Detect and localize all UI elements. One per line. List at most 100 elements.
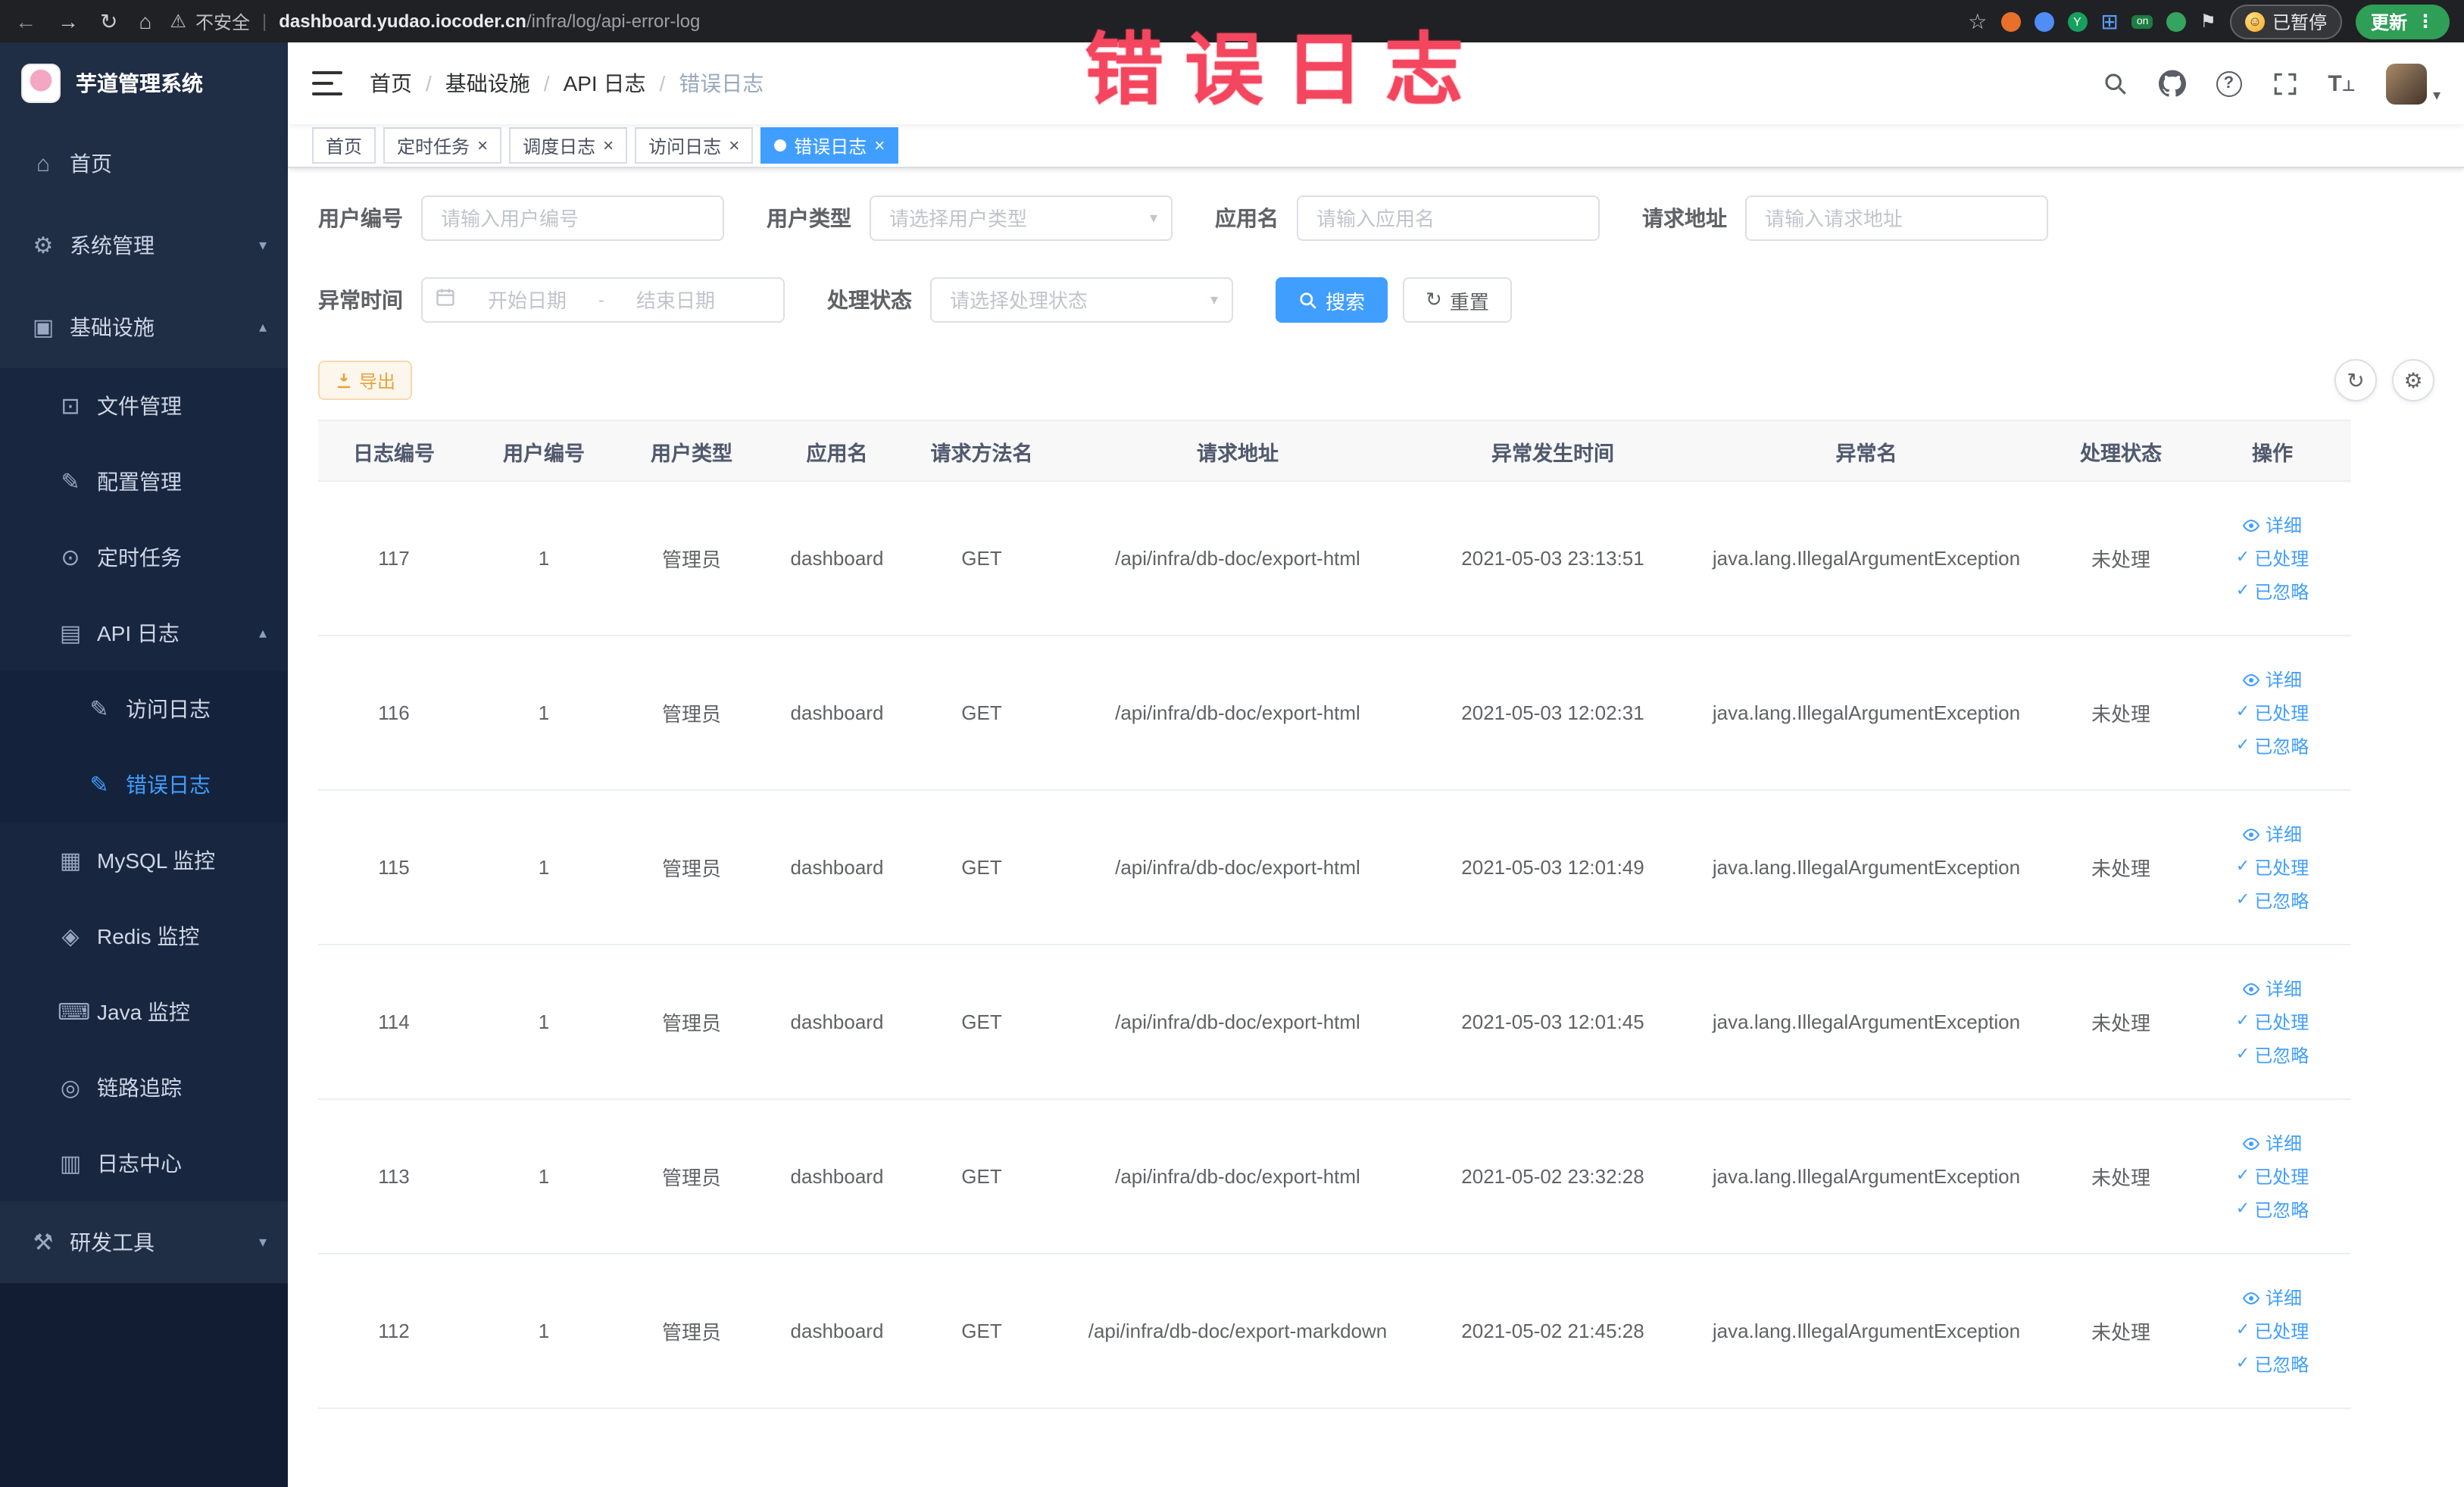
update-button[interactable]: 更新 ⋮ [2355, 4, 2450, 39]
detail-link[interactable]: 详细 [2243, 667, 2302, 692]
close-icon[interactable]: × [477, 136, 488, 155]
close-icon[interactable]: × [874, 136, 885, 155]
export-button[interactable]: 导出 [318, 361, 413, 400]
mark-ignored-link[interactable]: ✓ 已忽略 [2236, 1197, 2309, 1223]
security-label[interactable]: 不安全 [195, 8, 250, 34]
tab-home[interactable]: 首页 [312, 127, 376, 164]
fullscreen-icon[interactable] [2272, 70, 2297, 96]
app-name-input[interactable] [1297, 195, 1600, 241]
sidebar-item-config-management[interactable]: ✎ 配置管理 [0, 444, 288, 520]
sidebar-item-file-management[interactable]: ⊡ 文件管理 [0, 368, 288, 444]
detail-link[interactable]: 详细 [2243, 512, 2302, 538]
sidebar-item-java-monitor[interactable]: ⌨ Java 监控 [0, 974, 288, 1050]
mark-ignored-link[interactable]: ✓ 已忽略 [2236, 733, 2309, 759]
browser-menu-icon[interactable]: ⋮ [2416, 12, 2434, 30]
extension-icon-on-badge[interactable]: on [2131, 14, 2153, 28]
mark-processed-link[interactable]: ✓ 已处理 [2236, 700, 2309, 726]
sidebar-item-redis-monitor[interactable]: ◈ Redis 监控 [0, 898, 288, 974]
reset-button[interactable]: ↻ 重置 [1403, 277, 1512, 323]
mark-processed-link[interactable]: ✓ 已处理 [2236, 854, 2309, 880]
detail-link[interactable]: 详细 [2243, 1130, 2302, 1156]
col-request-url: 请求地址 [1054, 420, 1421, 482]
reload-icon[interactable]: ↻ [100, 11, 117, 32]
extension-icon-blue-drop[interactable] [2034, 11, 2054, 31]
hamburger-icon[interactable] [312, 71, 342, 95]
extension-icon-green-y[interactable]: Y [2067, 11, 2088, 31]
edit-icon: ✎ [89, 697, 109, 723]
chevron-down-icon: ▾ [2432, 87, 2441, 104]
extension-pin-icon[interactable]: ⚑ [2200, 11, 2216, 32]
trace-icon: ◎ [60, 1076, 81, 1101]
user-menu[interactable]: ▾ [2385, 63, 2441, 104]
tab-error-log[interactable]: 错误日志 × [760, 127, 899, 164]
search-icon[interactable] [2102, 70, 2128, 96]
exception-time-label: 异常时间 [318, 288, 403, 312]
sidebar-item-api-logs[interactable]: ▤ API 日志 ▴ [0, 595, 288, 671]
help-icon[interactable]: ? [2216, 70, 2242, 96]
process-status-select[interactable] [930, 277, 1233, 323]
extension-icon-orange[interactable] [2000, 11, 2021, 31]
user-type-select[interactable] [870, 195, 1173, 241]
sidebar-item-dev-tools[interactable]: ⚒ 研发工具 ▾ [0, 1201, 288, 1283]
tab-dispatch-log[interactable]: 调度日志 × [509, 127, 628, 164]
paused-badge[interactable]: ☺ 已暂停 [2229, 4, 2342, 39]
breadcrumb-api-logs[interactable]: API 日志 [564, 68, 646, 98]
close-icon[interactable]: × [603, 136, 614, 155]
redis-icon: ◈ [61, 924, 80, 950]
breadcrumb-home[interactable]: 首页 [370, 68, 412, 98]
extension-icon-sprout[interactable] [2166, 11, 2187, 31]
detail-link[interactable]: 详细 [2243, 821, 2302, 847]
app-logo-row[interactable]: 芋道管理系统 [0, 42, 288, 123]
sidebar-item-access-log[interactable]: ✎ 访问日志 [0, 671, 288, 747]
check-icon: ✓ [2235, 1167, 2250, 1185]
mark-ignored-link[interactable]: ✓ 已忽略 [2236, 579, 2309, 604]
github-icon[interactable] [2158, 70, 2186, 97]
bookmark-star-icon[interactable]: ☆ [1968, 11, 1987, 32]
close-icon[interactable]: × [729, 136, 739, 155]
mark-ignored-link[interactable]: ✓ 已忽略 [2236, 1042, 2309, 1068]
request-url-input[interactable] [1745, 195, 2048, 241]
font-size-icon[interactable]: T⊥ [2328, 70, 2356, 96]
tab-access-log[interactable]: 访问日志 × [635, 127, 754, 164]
mark-processed-link[interactable]: ✓ 已处理 [2236, 1164, 2309, 1189]
mark-processed-link[interactable]: ✓ 已处理 [2236, 1009, 2309, 1035]
table-header-row: 日志编号 用户编号 用户类型 应用名 请求方法名 请求地址 异常发生时间 异常名… [318, 420, 2351, 482]
detail-link[interactable]: 详细 [2243, 976, 2302, 1001]
mark-processed-link[interactable]: ✓ 已处理 [2236, 545, 2309, 571]
folder-icon: ⊡ [61, 394, 80, 420]
start-date-input[interactable] [462, 289, 592, 311]
end-date-input[interactable] [611, 289, 741, 311]
user-id-input[interactable] [421, 195, 724, 241]
tab-scheduled-tasks[interactable]: 定时任务 × [383, 127, 502, 164]
sidebar-item-system-management[interactable]: ⚙ 系统管理 ▾ [0, 205, 288, 286]
page: ← → ↻ ⌂ ⚠ 不安全 | dashboard.yudao.iocoder.… [0, 0, 2464, 1487]
process-status-label: 处理状态 [827, 288, 912, 312]
check-icon: ✓ [2235, 891, 2250, 909]
url-bar[interactable]: dashboard.yudao.iocoder.cn/infra/log/api… [279, 11, 700, 32]
sidebar-item-infrastructure[interactable]: ▣ 基础设施 ▴ [0, 286, 288, 368]
user-type-label: 用户类型 [767, 206, 851, 230]
mark-ignored-link[interactable]: ✓ 已忽略 [2236, 1351, 2309, 1377]
sidebar-item-mysql-monitor[interactable]: ▦ MySQL 监控 [0, 823, 288, 898]
extension-icon-grid[interactable]: ⊞ [2100, 11, 2118, 32]
back-icon[interactable]: ← [15, 11, 36, 32]
column-settings-button[interactable]: ⚙ [2392, 359, 2434, 401]
search-button[interactable]: 搜索 [1276, 277, 1388, 323]
sidebar-item-scheduled-tasks[interactable]: ⊙ 定时任务 [0, 520, 288, 595]
refresh-table-button[interactable]: ↻ [2334, 359, 2377, 401]
sidebar-item-trace[interactable]: ◎ 链路追踪 [0, 1050, 288, 1126]
home-nav-icon[interactable]: ⌂ [139, 11, 151, 32]
mark-processed-link[interactable]: ✓ 已处理 [2236, 1318, 2309, 1344]
table-row: 115 1 管理员 dashboard GET /api/infra/db-do… [318, 790, 2351, 945]
home-icon: ⌂ [36, 151, 51, 177]
sidebar-item-error-log[interactable]: ✎ 错误日志 [0, 747, 288, 823]
sidebar-item-home[interactable]: ⌂ 首页 [0, 123, 288, 205]
eye-icon [2243, 827, 2261, 841]
sidebar-item-log-center[interactable]: ▥ 日志中心 [0, 1126, 288, 1201]
breadcrumb-infrastructure[interactable]: 基础设施 [445, 68, 530, 98]
detail-link[interactable]: 详细 [2243, 1285, 2302, 1310]
mark-ignored-link[interactable]: ✓ 已忽略 [2236, 888, 2309, 914]
forward-icon[interactable]: → [58, 11, 79, 32]
exception-time-range-picker[interactable]: - [421, 277, 785, 323]
chevron-up-icon: ▴ [258, 625, 267, 642]
